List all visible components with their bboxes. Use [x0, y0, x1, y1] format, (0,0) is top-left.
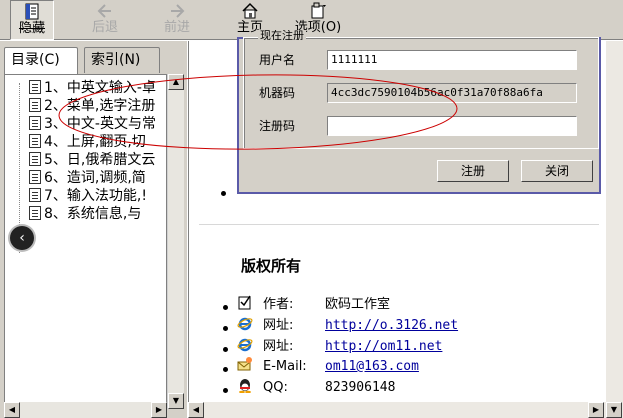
scroll-down-button[interactable]: ▼ [606, 402, 622, 418]
document-icon [29, 188, 41, 202]
content-horizontal-scrollbar[interactable]: ◀ ▶ [188, 402, 606, 418]
forward-button[interactable]: 前进 [152, 0, 202, 40]
tree-item[interactable]: 6、造词,调频,简 [29, 170, 146, 186]
author-icon [238, 295, 251, 310]
tree-item[interactable]: 3、中文-英文与常 [29, 116, 156, 132]
group-title: 现在注册 [258, 30, 306, 40]
close-button[interactable]: 关闭 [521, 160, 593, 182]
forward-arrow-icon [171, 4, 185, 18]
tree-item[interactable]: 1、中英文输入-卓 [29, 80, 156, 96]
qq-label: QQ: [263, 380, 288, 395]
scroll-left-button[interactable]: ◀ [188, 402, 204, 418]
back-button[interactable]: 后退 [80, 0, 130, 40]
registration-code-field[interactable] [327, 116, 577, 136]
scroll-left-button[interactable]: ◀ [4, 402, 20, 418]
hide-button[interactable]: 隐藏 [10, 0, 54, 40]
username-field[interactable]: 1111111 [327, 50, 577, 70]
email-link[interactable]: om11@163.com [325, 359, 419, 375]
content-pane: 现在注册 用户名 1111111 机器码 4cc3dc7590104b56ac0… [188, 30, 606, 418]
nav-vertical-scrollbar[interactable]: ▲ ▼ [167, 74, 184, 409]
content-vertical-scrollbar[interactable]: ▼ [606, 41, 623, 418]
author-label: 作者: [263, 297, 294, 312]
list-bullet [223, 367, 228, 372]
nav-tabs: 目录(C) 索引(N) [4, 47, 184, 75]
toolbar: 隐藏 后退 前进 主页 选项(O) [0, 0, 623, 40]
copyright-title: 版权所有 [241, 257, 302, 275]
forward-button-label: 前进 [163, 20, 190, 35]
registration-code-label: 注册码 [259, 119, 296, 133]
machine-code-label: 机器码 [259, 86, 296, 100]
home-icon [242, 2, 258, 19]
hide-button-label: 隐藏 [18, 21, 45, 36]
tree-item[interactable]: 4、上屏,翻页,切 [29, 134, 146, 150]
document-icon [29, 80, 41, 94]
register-button[interactable]: 注册 [437, 160, 509, 182]
nav-horizontal-scrollbar[interactable]: ◀ ▶ [4, 402, 167, 418]
tree-item[interactable]: 7、输入法功能,! [29, 188, 147, 204]
tree-item-label: 5、日,俄希腊文云 [44, 152, 156, 168]
document-icon [29, 152, 41, 166]
hide-pane-icon [25, 3, 39, 20]
author-value: 欧码工作室 [325, 297, 391, 312]
qq-value: 823906148 [325, 380, 396, 395]
scroll-down-button[interactable]: ▼ [168, 393, 184, 409]
qq-icon [239, 379, 251, 393]
ie-browser-icon [237, 338, 253, 352]
tree-item-label: 6、造词,调频,简 [44, 170, 146, 186]
list-bullet [223, 347, 228, 352]
list-bullet [223, 388, 228, 393]
navigation-pane: 目录(C) 索引(N) 1、中英文输入-卓 2、菜单,选字注册 3、中文-英文与… [0, 41, 187, 418]
machine-code-field[interactable]: 4cc3dc7590104b56ac0f31a70f88a6fa [327, 83, 577, 103]
back-arrow-icon [97, 4, 111, 18]
options-icon [311, 2, 326, 19]
tree-item-label: 3、中文-英文与常 [44, 116, 156, 132]
email-label: E-Mail: [263, 359, 307, 374]
back-button-label: 后退 [91, 20, 118, 35]
document-icon [29, 206, 41, 220]
list-bullet [221, 191, 226, 196]
collapse-pane-icon[interactable]: ‹ [10, 226, 34, 250]
registration-dialog: 现在注册 用户名 1111111 机器码 4cc3dc7590104b56ac0… [237, 30, 601, 194]
tree-item[interactable]: 2、菜单,选字注册 [29, 98, 155, 114]
tree-item-label: 4、上屏,翻页,切 [44, 134, 146, 150]
tree-item-label: 7、输入法功能,! [44, 188, 147, 204]
tree-item-label: 1、中英文输入-卓 [44, 80, 156, 96]
document-icon [29, 98, 41, 112]
website-link-2[interactable]: http://om11.net [325, 339, 442, 355]
tree-item[interactable]: 8、系统信息,与 [29, 206, 141, 222]
tab-index[interactable]: 索引(N) [84, 47, 160, 73]
email-icon [237, 357, 252, 371]
website-label: 网址: [263, 339, 294, 354]
list-bullet [223, 326, 228, 331]
website-link-1[interactable]: http://o.3126.net [325, 318, 458, 334]
website-label: 网址: [263, 318, 294, 333]
tree-item-label: 8、系统信息,与 [44, 206, 142, 222]
list-bullet [223, 305, 228, 310]
scroll-right-button[interactable]: ▶ [151, 402, 167, 418]
document-icon [29, 116, 41, 130]
section-divider [199, 224, 599, 225]
document-icon [29, 170, 41, 184]
username-label: 用户名 [259, 53, 296, 67]
scroll-up-button[interactable]: ▲ [168, 74, 184, 90]
tab-contents[interactable]: 目录(C) [4, 47, 78, 75]
ie-browser-icon [237, 317, 253, 331]
scroll-right-button[interactable]: ▶ [588, 402, 604, 418]
tree-item-label: 2、菜单,选字注册 [44, 98, 156, 114]
tree-item[interactable]: 5、日,俄希腊文云 [29, 152, 155, 168]
document-icon [29, 134, 41, 148]
